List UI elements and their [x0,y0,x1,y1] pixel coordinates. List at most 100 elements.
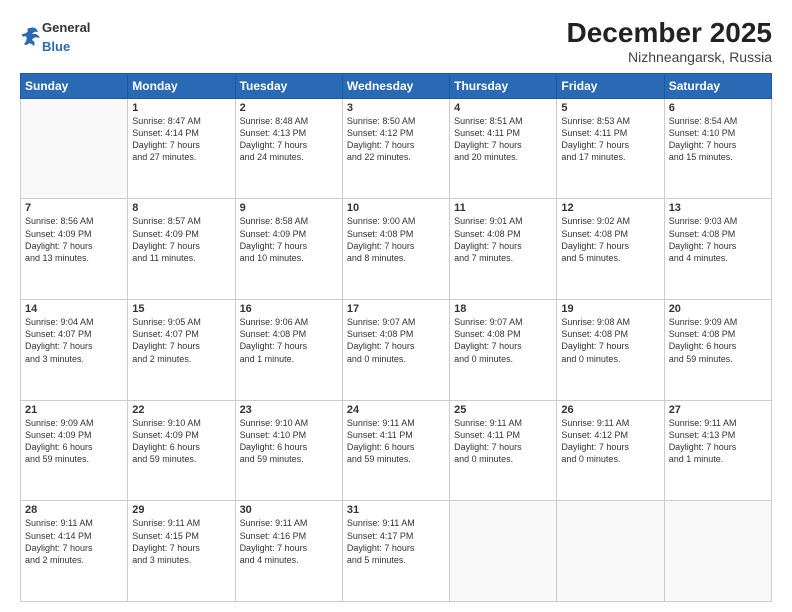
day-info: Sunrise: 9:00 AM Sunset: 4:08 PM Dayligh… [347,215,445,264]
day-info: Sunrise: 8:53 AM Sunset: 4:11 PM Dayligh… [561,115,659,164]
calendar-week-4: 21Sunrise: 9:09 AM Sunset: 4:09 PM Dayli… [21,400,772,501]
day-number: 26 [561,404,659,416]
table-row: 19Sunrise: 9:08 AM Sunset: 4:08 PM Dayli… [557,300,664,401]
day-number: 25 [454,404,552,416]
table-row: 14Sunrise: 9:04 AM Sunset: 4:07 PM Dayli… [21,300,128,401]
calendar-table: Sunday Monday Tuesday Wednesday Thursday… [20,73,772,602]
logo-blue-text: Blue [42,39,70,54]
table-row: 18Sunrise: 9:07 AM Sunset: 4:08 PM Dayli… [450,300,557,401]
day-info: Sunrise: 9:11 AM Sunset: 4:14 PM Dayligh… [25,517,123,566]
day-number: 28 [25,504,123,516]
day-info: Sunrise: 8:51 AM Sunset: 4:11 PM Dayligh… [454,115,552,164]
table-row: 23Sunrise: 9:10 AM Sunset: 4:10 PM Dayli… [235,400,342,501]
day-number: 23 [240,404,338,416]
table-row: 7Sunrise: 8:56 AM Sunset: 4:09 PM Daylig… [21,199,128,300]
table-row: 17Sunrise: 9:07 AM Sunset: 4:08 PM Dayli… [342,300,449,401]
day-info: Sunrise: 8:47 AM Sunset: 4:14 PM Dayligh… [132,115,230,164]
col-saturday: Saturday [664,73,771,98]
day-info: Sunrise: 9:10 AM Sunset: 4:10 PM Dayligh… [240,417,338,466]
table-row [664,501,771,602]
day-number: 18 [454,303,552,315]
table-row: 30Sunrise: 9:11 AM Sunset: 4:16 PM Dayli… [235,501,342,602]
day-number: 10 [347,202,445,214]
day-info: Sunrise: 9:11 AM Sunset: 4:15 PM Dayligh… [132,517,230,566]
table-row: 29Sunrise: 9:11 AM Sunset: 4:15 PM Dayli… [128,501,235,602]
day-number: 13 [669,202,767,214]
location: Nizhneangarsk, Russia [567,49,772,65]
day-number: 3 [347,102,445,114]
month-title: December 2025 [567,18,772,49]
col-sunday: Sunday [21,73,128,98]
col-thursday: Thursday [450,73,557,98]
table-row: 16Sunrise: 9:06 AM Sunset: 4:08 PM Dayli… [235,300,342,401]
day-info: Sunrise: 9:11 AM Sunset: 4:13 PM Dayligh… [669,417,767,466]
table-row: 22Sunrise: 9:10 AM Sunset: 4:09 PM Dayli… [128,400,235,501]
day-info: Sunrise: 9:01 AM Sunset: 4:08 PM Dayligh… [454,215,552,264]
day-number: 5 [561,102,659,114]
table-row: 10Sunrise: 9:00 AM Sunset: 4:08 PM Dayli… [342,199,449,300]
table-row [557,501,664,602]
day-info: Sunrise: 8:56 AM Sunset: 4:09 PM Dayligh… [25,215,123,264]
day-number: 6 [669,102,767,114]
day-number: 29 [132,504,230,516]
day-info: Sunrise: 8:57 AM Sunset: 4:09 PM Dayligh… [132,215,230,264]
day-info: Sunrise: 9:09 AM Sunset: 4:08 PM Dayligh… [669,316,767,365]
logo: General Blue [20,18,90,56]
table-row: 28Sunrise: 9:11 AM Sunset: 4:14 PM Dayli… [21,501,128,602]
table-row: 15Sunrise: 9:05 AM Sunset: 4:07 PM Dayli… [128,300,235,401]
day-info: Sunrise: 9:08 AM Sunset: 4:08 PM Dayligh… [561,316,659,365]
day-number: 31 [347,504,445,516]
table-row: 2Sunrise: 8:48 AM Sunset: 4:13 PM Daylig… [235,98,342,199]
day-number: 14 [25,303,123,315]
calendar-week-1: 1Sunrise: 8:47 AM Sunset: 4:14 PM Daylig… [21,98,772,199]
calendar-header-row: Sunday Monday Tuesday Wednesday Thursday… [21,73,772,98]
table-row: 8Sunrise: 8:57 AM Sunset: 4:09 PM Daylig… [128,199,235,300]
table-row: 21Sunrise: 9:09 AM Sunset: 4:09 PM Dayli… [21,400,128,501]
day-number: 2 [240,102,338,114]
day-number: 24 [347,404,445,416]
day-number: 30 [240,504,338,516]
day-info: Sunrise: 9:11 AM Sunset: 4:17 PM Dayligh… [347,517,445,566]
day-info: Sunrise: 8:58 AM Sunset: 4:09 PM Dayligh… [240,215,338,264]
day-number: 11 [454,202,552,214]
table-row: 31Sunrise: 9:11 AM Sunset: 4:17 PM Dayli… [342,501,449,602]
table-row: 9Sunrise: 8:58 AM Sunset: 4:09 PM Daylig… [235,199,342,300]
day-number: 27 [669,404,767,416]
col-monday: Monday [128,73,235,98]
calendar-week-5: 28Sunrise: 9:11 AM Sunset: 4:14 PM Dayli… [21,501,772,602]
table-row: 11Sunrise: 9:01 AM Sunset: 4:08 PM Dayli… [450,199,557,300]
col-wednesday: Wednesday [342,73,449,98]
day-info: Sunrise: 8:54 AM Sunset: 4:10 PM Dayligh… [669,115,767,164]
page-header: General Blue December 2025 Nizhneangarsk… [20,18,772,65]
table-row: 1Sunrise: 8:47 AM Sunset: 4:14 PM Daylig… [128,98,235,199]
logo-bird-icon [20,26,40,48]
day-info: Sunrise: 9:05 AM Sunset: 4:07 PM Dayligh… [132,316,230,365]
day-info: Sunrise: 9:09 AM Sunset: 4:09 PM Dayligh… [25,417,123,466]
day-info: Sunrise: 9:07 AM Sunset: 4:08 PM Dayligh… [347,316,445,365]
day-number: 20 [669,303,767,315]
table-row: 6Sunrise: 8:54 AM Sunset: 4:10 PM Daylig… [664,98,771,199]
day-number: 16 [240,303,338,315]
table-row: 25Sunrise: 9:11 AM Sunset: 4:11 PM Dayli… [450,400,557,501]
day-info: Sunrise: 9:03 AM Sunset: 4:08 PM Dayligh… [669,215,767,264]
day-info: Sunrise: 8:50 AM Sunset: 4:12 PM Dayligh… [347,115,445,164]
day-number: 7 [25,202,123,214]
day-number: 15 [132,303,230,315]
table-row: 12Sunrise: 9:02 AM Sunset: 4:08 PM Dayli… [557,199,664,300]
day-info: Sunrise: 8:48 AM Sunset: 4:13 PM Dayligh… [240,115,338,164]
calendar-week-2: 7Sunrise: 8:56 AM Sunset: 4:09 PM Daylig… [21,199,772,300]
table-row [450,501,557,602]
table-row: 13Sunrise: 9:03 AM Sunset: 4:08 PM Dayli… [664,199,771,300]
day-info: Sunrise: 9:02 AM Sunset: 4:08 PM Dayligh… [561,215,659,264]
day-info: Sunrise: 9:10 AM Sunset: 4:09 PM Dayligh… [132,417,230,466]
day-number: 4 [454,102,552,114]
day-info: Sunrise: 9:11 AM Sunset: 4:16 PM Dayligh… [240,517,338,566]
table-row: 20Sunrise: 9:09 AM Sunset: 4:08 PM Dayli… [664,300,771,401]
day-number: 1 [132,102,230,114]
day-info: Sunrise: 9:07 AM Sunset: 4:08 PM Dayligh… [454,316,552,365]
col-tuesday: Tuesday [235,73,342,98]
col-friday: Friday [557,73,664,98]
day-info: Sunrise: 9:11 AM Sunset: 4:12 PM Dayligh… [561,417,659,466]
table-row: 3Sunrise: 8:50 AM Sunset: 4:12 PM Daylig… [342,98,449,199]
day-info: Sunrise: 9:04 AM Sunset: 4:07 PM Dayligh… [25,316,123,365]
